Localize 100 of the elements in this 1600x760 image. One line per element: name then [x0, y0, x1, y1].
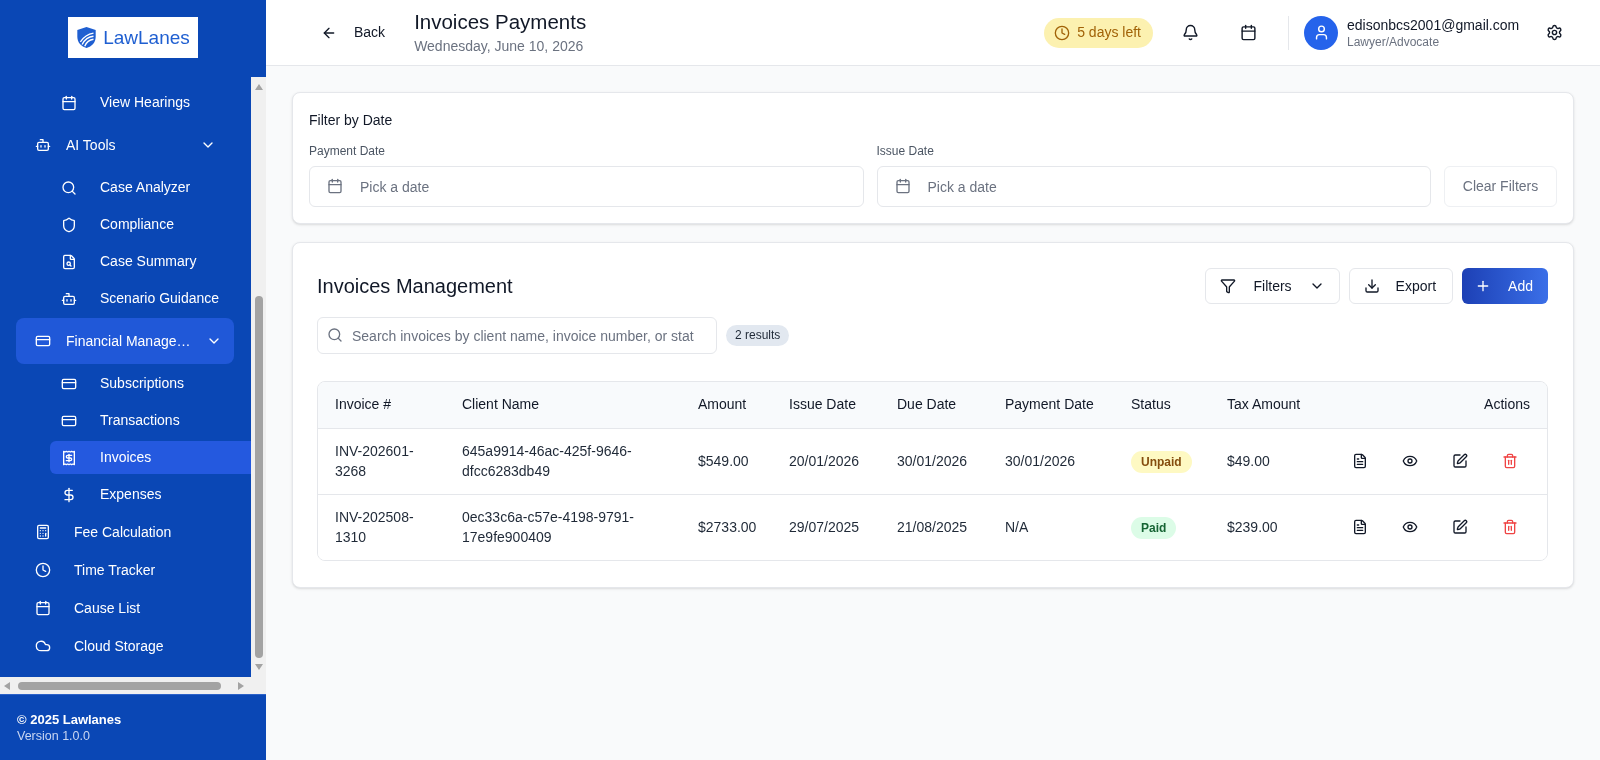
document-icon: [1352, 519, 1368, 536]
results-count: 2 results: [726, 325, 790, 346]
robot-icon: [35, 137, 51, 153]
caret-up-icon: [254, 84, 263, 90]
caret-left-icon: [4, 681, 10, 690]
caret-down-icon: [254, 664, 263, 670]
page-title: Invoices Payments: [414, 9, 587, 34]
nav-item[interactable]: Time Tracker: [16, 552, 234, 588]
table-cell: 645a9914-46ac-425f-9646-dfcc6283db49: [445, 428, 681, 494]
nav-item[interactable]: Cause List: [16, 590, 234, 626]
receipt-icon: [61, 449, 77, 466]
clock-icon: [1054, 24, 1071, 41]
vertical-scrollbar[interactable]: [251, 77, 266, 677]
date-field[interactable]: Pick a date: [876, 166, 1431, 207]
cloud-icon: [35, 638, 51, 654]
edit-icon: [1452, 519, 1468, 536]
column-header: Invoice #: [318, 382, 445, 428]
funnel-icon: [1220, 278, 1237, 294]
search-field[interactable]: Search invoices by client name, invoice number, or stat: [317, 317, 717, 354]
column-header: Payment Date: [988, 382, 1114, 428]
scrollbar-thumb[interactable]: [18, 681, 221, 690]
nav-item[interactable]: Invoices: [50, 441, 251, 474]
table-cell: 30/01/2026: [880, 428, 988, 494]
trial-text: 5 days left: [1077, 23, 1141, 42]
table-cell: N/A: [988, 494, 1114, 560]
table-cell: $49.00: [1210, 428, 1320, 494]
clock-icon: [35, 562, 51, 578]
caret-right-icon: [238, 681, 244, 690]
eye-icon: [1402, 453, 1418, 469]
horizontal-scrollbar[interactable]: [0, 677, 266, 694]
date-field[interactable]: Pick a date: [309, 166, 864, 207]
back-button[interactable]: Back: [313, 14, 394, 51]
column-header: Actions: [1320, 382, 1547, 428]
search-icon: [327, 327, 343, 343]
user-email: edisonbcs2001@gmail.com: [1347, 15, 1521, 34]
nav-item[interactable]: Cloud Storage: [16, 628, 234, 664]
settings-icon: [1545, 24, 1563, 41]
nav-item[interactable]: Case Summary: [50, 245, 251, 278]
trash-icon: [1502, 453, 1518, 469]
card-icon: [35, 333, 51, 349]
table-cell: INV-202508-1310: [318, 494, 445, 560]
nav-item[interactable]: View Hearings: [50, 86, 251, 119]
calendar-icon: [894, 178, 911, 194]
nav-item[interactable]: Transactions: [50, 404, 251, 437]
nav-item[interactable]: Scenario Guidance: [50, 282, 251, 315]
column-header: Tax Amount: [1210, 382, 1320, 428]
table-cell: 21/08/2025: [880, 494, 988, 560]
table-cell: 30/01/2026: [988, 428, 1114, 494]
export-button[interactable]: Export: [1348, 268, 1454, 304]
calendar-icon: [327, 178, 343, 194]
table-cell: 20/01/2026: [772, 428, 880, 494]
field-label: Issue Date: [876, 143, 935, 159]
copyright-text: © 2025 Lawlanes: [17, 711, 123, 728]
page-date: Wednesday, June 10, 2026: [414, 36, 585, 56]
column-header: Due Date: [880, 382, 988, 428]
nav-item[interactable]: Case Analyzer: [50, 171, 251, 204]
calendar-icon: [35, 600, 51, 616]
filter-title: Filter by Date: [309, 111, 394, 130]
bell-icon: [1181, 24, 1199, 41]
table-cell: INV-202601-3268: [318, 428, 445, 494]
status-badge: Unpaid: [1131, 451, 1192, 473]
table-cell: 29/07/2025: [772, 494, 880, 560]
file-search-icon: [61, 253, 77, 270]
column-header: Issue Date: [772, 382, 880, 428]
section-title: Invoices Management: [317, 274, 513, 299]
user-role: Lawyer/Advocate: [1347, 33, 1441, 50]
dollar-icon: [61, 486, 77, 503]
calendar-icon: [61, 94, 77, 111]
avatar-icon[interactable]: [1304, 15, 1338, 50]
table-cell: 0ec33c6a-c57e-4198-9791-17e9fe900409: [445, 494, 681, 560]
shield-icon: [61, 216, 77, 233]
table-cell: $549.00: [681, 428, 772, 494]
version-text: Version 1.0.0: [17, 728, 91, 744]
table-cell: $2733.00: [681, 494, 772, 560]
calculator-icon: [35, 524, 51, 540]
nav-item[interactable]: Compliance: [50, 208, 251, 241]
add-button[interactable]: Add: [1462, 268, 1548, 304]
nav-item[interactable]: Fee Calculation: [16, 514, 234, 550]
logo-text: LawLanes: [103, 28, 190, 47]
document-icon: [1352, 453, 1368, 469]
nav-group[interactable]: Financial Manage…: [16, 318, 234, 364]
shield-logo-icon: [76, 26, 98, 49]
status-badge: Paid: [1131, 517, 1177, 540]
table-cell: $239.00: [1210, 494, 1320, 560]
calendar-icon: [1239, 24, 1257, 41]
field-label: Payment Date: [309, 143, 387, 159]
robot-icon: [61, 290, 77, 307]
column-header: Amount: [681, 382, 772, 428]
nav-group[interactable]: AI Tools: [16, 122, 234, 168]
search-icon: [61, 179, 77, 196]
trash-icon: [1502, 519, 1518, 536]
column-header: Client Name: [445, 382, 681, 428]
column-header: Status: [1114, 382, 1210, 428]
scrollbar-thumb[interactable]: [254, 296, 263, 658]
nav-item[interactable]: Expenses: [50, 478, 251, 511]
nav-item[interactable]: Subscriptions: [50, 367, 251, 400]
filters-button[interactable]: Filters: [1205, 268, 1340, 304]
download-icon: [1363, 278, 1380, 294]
logo[interactable]: LawLanes: [68, 17, 198, 58]
edit-icon: [1452, 453, 1468, 469]
